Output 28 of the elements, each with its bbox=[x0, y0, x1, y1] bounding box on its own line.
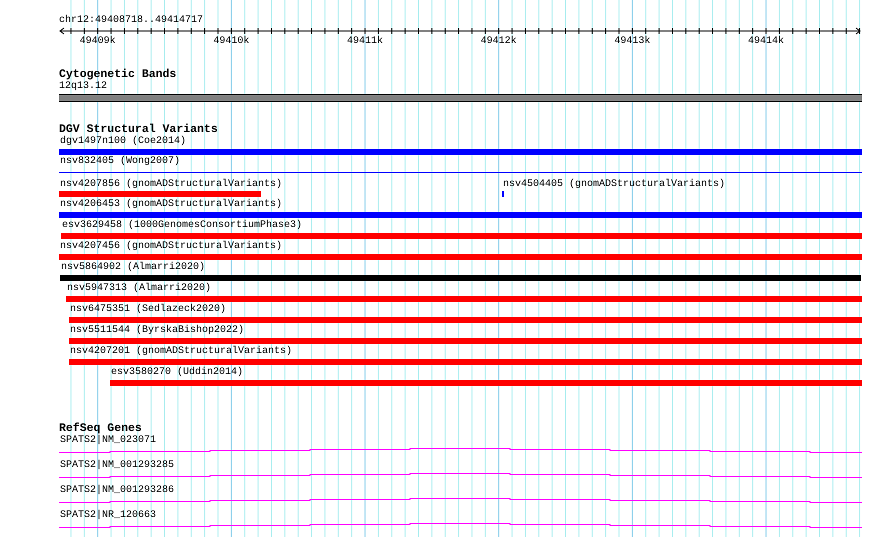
variant-label: nsv5511544 (ByrskaBishop2022) bbox=[70, 325, 244, 337]
track-title: RefSeq Genes bbox=[59, 423, 142, 435]
track-title: DGV Structural Variants bbox=[59, 124, 218, 136]
tick-label: 49412k bbox=[480, 36, 517, 48]
tick-label: 49410k bbox=[213, 36, 250, 48]
variant-label: nsv4207201 (gnomADStructuralVariants) bbox=[70, 346, 292, 358]
variant-label: nsv5947313 (Almarri2020) bbox=[67, 283, 212, 295]
gene-label: SPATS2|NR_120663 bbox=[60, 510, 156, 522]
variant-label: nsv4504405 (gnomADStructuralVariants) bbox=[503, 179, 726, 191]
variant-label: nsv4207456 (gnomADStructuralVariants) bbox=[60, 241, 282, 253]
gene-label: SPATS2|NM_001293286 bbox=[60, 485, 174, 497]
variant-label: nsv4207856 (gnomADStructuralVariants) bbox=[60, 179, 282, 191]
tick-label: 49409k bbox=[80, 36, 116, 48]
gene-label: SPATS2|NM_001293285 bbox=[60, 460, 174, 472]
variant-label: nsv4206453 (gnomADStructuralVariants) bbox=[60, 199, 282, 211]
band-label: 12q13.12 bbox=[59, 81, 108, 93]
track-title: Cytogenetic Bands bbox=[59, 69, 176, 81]
location-label: chr12:49408718..49414717 bbox=[59, 15, 204, 27]
tick-label: 49411k bbox=[347, 36, 384, 48]
variant-label: dgv1497n100 (Coe2014) bbox=[60, 136, 186, 148]
variant-label: nsv5864902 (Almarri2020) bbox=[61, 262, 206, 274]
variant-label: nsv832405 (Wong2007) bbox=[60, 156, 180, 168]
variant-label: nsv6475351 (Sedlazeck2020) bbox=[70, 304, 226, 316]
variant-label: esv3580270 (Uddin2014) bbox=[111, 367, 244, 379]
tick-label: 49414k bbox=[748, 36, 784, 48]
gene-label: SPATS2|NM_023071 bbox=[60, 435, 156, 447]
tick-label: 49413k bbox=[614, 36, 650, 48]
variant-label: esv3629458 (1000GenomesConsortiumPhase3) bbox=[62, 220, 302, 232]
